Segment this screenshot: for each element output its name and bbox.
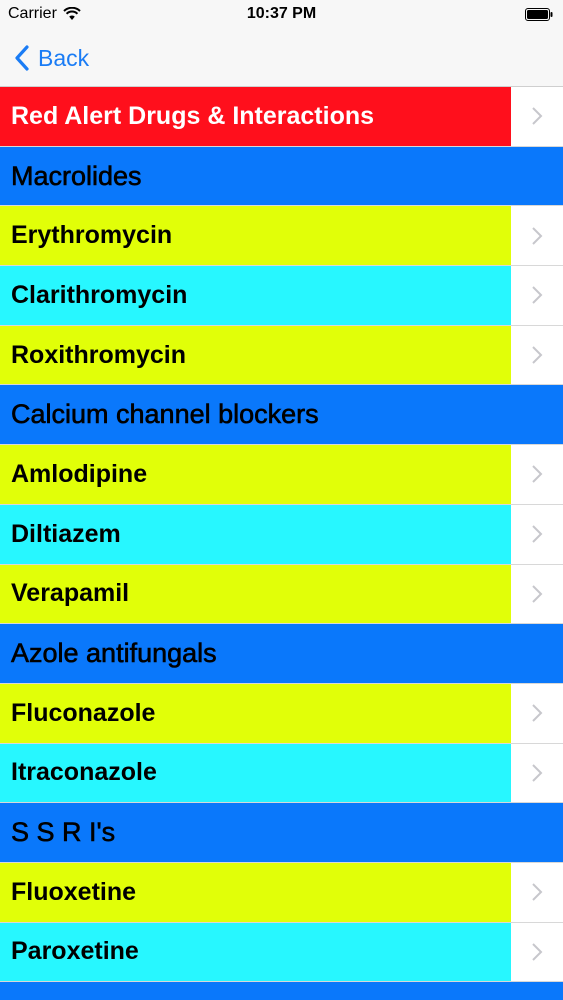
section-header-calcium-channel-blockers: Calcium channel blockers	[0, 385, 563, 446]
list-item-label: Fluoxetine	[0, 862, 511, 922]
chevron-right-icon	[532, 525, 543, 543]
list-item-label: Itraconazole	[0, 743, 511, 803]
list-row-diltiazem[interactable]: Diltiazem	[0, 504, 563, 565]
disclosure-accessory	[511, 564, 563, 624]
screen: Carrier 10:37 PM Back Red Alert Drugs & …	[0, 0, 563, 1000]
disclosure-accessory	[511, 743, 563, 803]
disclosure-accessory	[511, 504, 563, 564]
list-item-label: Fluconazole	[0, 683, 511, 743]
section-title: S S R I's	[11, 817, 116, 848]
chevron-right-icon	[532, 346, 543, 364]
list-item-label: Roxithromycin	[0, 325, 511, 385]
list-item-label: Erythromycin	[0, 206, 511, 266]
status-bar: Carrier 10:37 PM	[0, 0, 563, 30]
back-button[interactable]: Back	[14, 40, 89, 76]
list-row-red-alert[interactable]: Red Alert Drugs & Interactions	[0, 87, 563, 147]
chevron-right-icon	[532, 883, 543, 901]
chevron-right-icon	[532, 286, 543, 305]
disclosure-accessory	[511, 922, 563, 982]
list-row-erythromycin[interactable]: Erythromycin	[0, 206, 563, 267]
list-item-label: Amlodipine	[0, 445, 511, 504]
list-row-fluoxetine[interactable]: Fluoxetine	[0, 862, 563, 923]
section-title: Macrolides	[11, 160, 142, 191]
section-header-partial	[0, 982, 563, 1000]
list-row-fluconazole[interactable]: Fluconazole	[0, 683, 563, 744]
drug-list: Red Alert Drugs & Interactions Macrolide…	[0, 87, 563, 1000]
disclosure-accessory	[511, 862, 563, 922]
chevron-right-icon	[532, 107, 543, 126]
section-header-ssris: S S R I's	[0, 803, 563, 863]
chevron-right-icon	[532, 704, 543, 722]
list-row-itraconazole[interactable]: Itraconazole	[0, 743, 563, 804]
chevron-left-icon	[15, 45, 29, 71]
chevron-right-icon	[532, 585, 543, 603]
list-row-clarithromycin[interactable]: Clarithromycin	[0, 266, 563, 326]
disclosure-accessory	[511, 325, 563, 385]
chevron-right-icon	[532, 465, 543, 484]
list-row-roxithromycin[interactable]: Roxithromycin	[0, 325, 563, 386]
list-item-label: Diltiazem	[0, 504, 511, 564]
list-item-label: Paroxetine	[0, 922, 511, 982]
disclosure-accessory	[511, 445, 563, 504]
chevron-right-icon	[532, 764, 543, 782]
list-row-verapamil[interactable]: Verapamil	[0, 564, 563, 625]
section-title: Azole antifungals	[11, 638, 217, 669]
disclosure-accessory	[511, 87, 563, 146]
chevron-right-icon	[532, 943, 543, 961]
section-title: Calcium channel blockers	[11, 399, 319, 430]
disclosure-accessory	[511, 266, 563, 325]
list-item-label: Clarithromycin	[0, 266, 511, 325]
disclosure-accessory	[511, 206, 563, 266]
section-title	[0, 982, 563, 1000]
section-header-macrolides: Macrolides	[0, 146, 563, 207]
list-row-paroxetine[interactable]: Paroxetine	[0, 922, 563, 983]
back-label: Back	[38, 44, 90, 71]
disclosure-accessory	[511, 683, 563, 743]
battery-icon	[525, 8, 553, 21]
list-item-label: Verapamil	[0, 564, 511, 624]
section-header-azole-antifungals: Azole antifungals	[0, 624, 563, 684]
navigation-bar: Back	[0, 30, 563, 87]
status-time: 10:37 PM	[246, 5, 317, 22]
list-row-amlodipine[interactable]: Amlodipine	[0, 445, 563, 505]
chevron-right-icon	[532, 227, 543, 245]
list-item-label: Red Alert Drugs & Interactions	[0, 87, 511, 146]
